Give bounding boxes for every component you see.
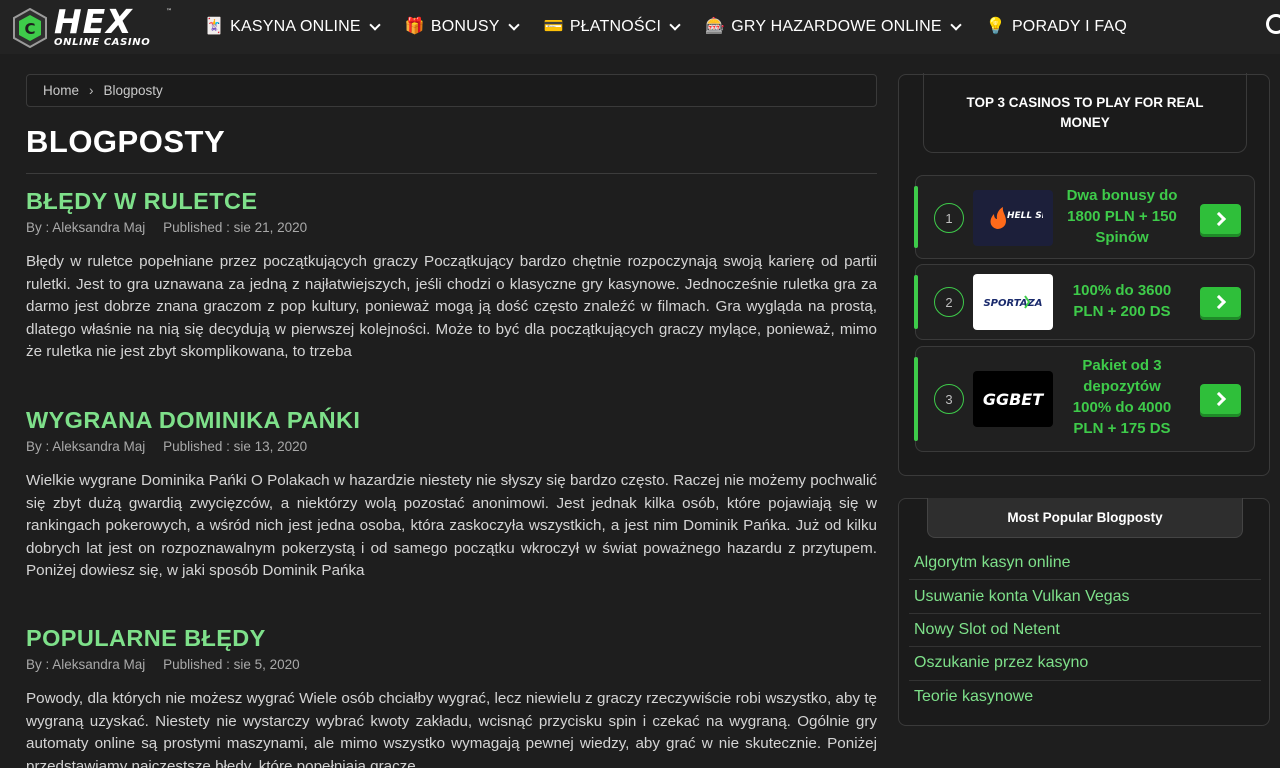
logo-text: HELL SPIN [1007, 211, 1043, 221]
post-meta: By : Aleksandra Maj Published : sie 13, … [26, 439, 877, 454]
gift-icon: 🎁 [404, 18, 425, 35]
post-author: By : Aleksandra Maj [26, 220, 146, 235]
casino-accent-bar [914, 186, 918, 248]
post-author: By : Aleksandra Maj [26, 657, 146, 672]
breadcrumb-home-link[interactable]: Home [43, 83, 79, 98]
popular-posts-widget: Most Popular Blogposty Algorytm kasyn on… [898, 498, 1270, 726]
casino-accent-bar [914, 357, 918, 441]
logo-wordmark: HEX [54, 2, 133, 41]
popular-list: Algorytm kasyn online Usuwanie konta Vul… [909, 547, 1261, 714]
main-nav: 🃏 KASYNA ONLINE 🎁 BONUSY 💳 PŁATNOŚCI 🎰 G… [204, 0, 1153, 54]
post-excerpt: Wielkie wygrane Dominika Pańki O Polakac… [26, 472, 877, 580]
casino-rank: 3 [934, 384, 964, 414]
site-logo[interactable]: C HEX ™ ONLINE CASINO [12, 2, 177, 50]
casino-play-button[interactable] [1200, 384, 1241, 414]
casino-card-3: 3 GGBET Pakiet od 3 depozytów 100% do 40… [914, 346, 1255, 452]
search-icon[interactable] [1266, 14, 1280, 34]
nav-label: GRY HAZARDOWE ONLINE [731, 18, 942, 35]
nav-item-bonusy[interactable]: 🎁 BONUSY [404, 0, 520, 54]
page-title: BLOGPOSTY [26, 124, 226, 159]
blog-post: POPULARNE BŁĘDY By : Aleksandra Maj Publ… [26, 623, 877, 768]
breadcrumb-current: Blogposty [103, 83, 163, 98]
casino-rank: 1 [934, 203, 964, 233]
site-header: C HEX ™ ONLINE CASINO 🃏 KASYNA ONLINE 🎁 … [0, 0, 1280, 54]
flame-icon: HELL SPIN [990, 207, 1043, 229]
nav-label: PORADY I FAQ [1011, 18, 1127, 35]
logo-text: SPORTAZA [983, 298, 1042, 309]
nav-label: KASYNA ONLINE [230, 18, 361, 35]
post-date: Published : sie 5, 2020 [163, 657, 300, 672]
casino-play-button[interactable] [1200, 287, 1241, 317]
chevron-down-icon [669, 19, 681, 31]
post-excerpt: Powody, dla których nie możesz wygrać Wi… [26, 690, 877, 768]
chevron-right-icon [1211, 294, 1226, 310]
nav-item-gry[interactable]: 🎰 GRY HAZARDOWE ONLINE [705, 0, 962, 54]
nav-item-porady[interactable]: 💡 PORADY I FAQ [986, 0, 1127, 54]
casino-rank: 2 [934, 287, 964, 317]
post-title-link[interactable]: WYGRANA DOMINIKA PAŃKI [26, 405, 877, 435]
casino-logo-ggbet[interactable]: GGBET [973, 371, 1053, 427]
blog-post: WYGRANA DOMINIKA PAŃKI By : Aleksandra M… [26, 405, 877, 583]
top3-title: TOP 3 CASINOS TO PLAY FOR REAL MONEY [923, 73, 1247, 153]
casino-play-button[interactable] [1200, 204, 1241, 234]
top3-casinos-widget: TOP 3 CASINOS TO PLAY FOR REAL MONEY 1 H… [898, 73, 1270, 476]
casino-bonus-text: 100% do 3600 PLN + 200 DS [1072, 282, 1172, 320]
hex-logo-icon: C [13, 8, 47, 48]
casino-card-2: 2 SPORTAZA 100% do 3600 PLN + 200 DS [914, 264, 1255, 340]
casino-accent-bar [914, 275, 918, 329]
nav-label: BONUSY [430, 18, 500, 35]
credit-card-icon: 💳 [543, 18, 564, 35]
nav-item-platnosci[interactable]: 💳 PŁATNOŚCI [543, 0, 681, 54]
popular-link[interactable]: Usuwanie konta Vulkan Vegas [909, 580, 1261, 614]
post-author: By : Aleksandra Maj [26, 439, 146, 454]
svg-text:C: C [24, 20, 35, 38]
slot-machine-icon: 🎰 [705, 18, 726, 35]
cards-icon: 🃏 [204, 18, 225, 35]
popular-title: Most Popular Blogposty [927, 498, 1243, 538]
casino-logo-sportaza[interactable]: SPORTAZA [973, 274, 1053, 330]
popular-link[interactable]: Algorytm kasyn online [909, 547, 1261, 581]
post-excerpt: Błędy w ruletce popełniane przez początk… [26, 253, 877, 361]
casino-card-1: 1 HELL SPIN Dwa bonusy do 1800 PLN + 150… [914, 175, 1255, 259]
lightbulb-icon: 💡 [985, 18, 1006, 35]
chevron-down-icon [950, 19, 962, 31]
popular-link[interactable]: Teorie kasynowe [909, 681, 1261, 714]
post-title-link[interactable]: POPULARNE BŁĘDY [26, 623, 877, 653]
post-meta: By : Aleksandra Maj Published : sie 5, 2… [26, 657, 877, 672]
title-divider [26, 173, 877, 174]
nav-item-kasyna[interactable]: 🃏 KASYNA ONLINE [204, 0, 381, 54]
popular-link[interactable]: Nowy Slot od Netent [909, 614, 1261, 648]
post-date: Published : sie 13, 2020 [163, 439, 308, 454]
chevron-right-icon [1211, 391, 1226, 407]
casino-bonus-text: Pakiet od 3 depozytów 100% do 4000 PLN +… [1072, 357, 1172, 437]
logo-subtitle: ONLINE CASINO [54, 37, 151, 48]
logo-text: GGBET [983, 390, 1044, 409]
breadcrumb: Home › Blogposty [26, 74, 877, 107]
chevron-down-icon [508, 19, 520, 31]
popular-link[interactable]: Oszukanie przez kasyno [909, 647, 1261, 681]
post-title-link[interactable]: BŁĘDY W RULETCE [26, 186, 877, 216]
nav-label: PŁATNOŚCI [569, 18, 662, 35]
post-meta: By : Aleksandra Maj Published : sie 21, … [26, 220, 877, 235]
chevron-right-icon [1211, 211, 1226, 227]
blog-post: BŁĘDY W RULETCE By : Aleksandra Maj Publ… [26, 186, 877, 364]
casino-logo-hellspin[interactable]: HELL SPIN [973, 190, 1053, 246]
breadcrumb-separator: › [89, 83, 94, 98]
logo-trademark: ™ [166, 8, 172, 15]
chevron-down-icon [369, 19, 381, 31]
casino-bonus-text: Dwa bonusy do 1800 PLN + 150 Spinów [1066, 187, 1178, 246]
post-date: Published : sie 21, 2020 [163, 220, 308, 235]
